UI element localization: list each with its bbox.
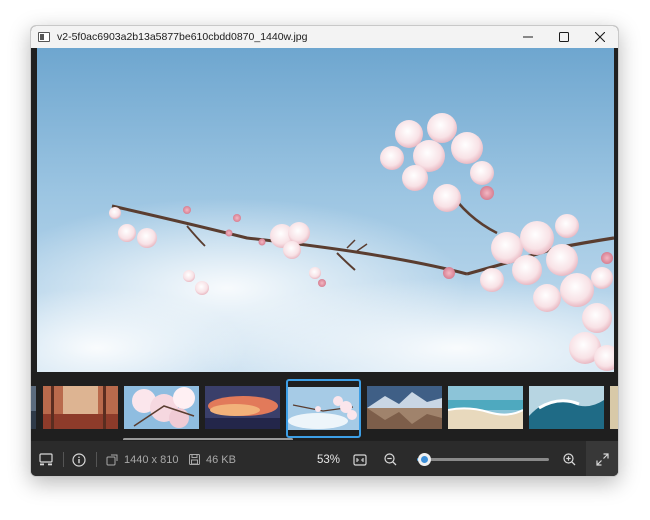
dimensions-icon xyxy=(106,454,118,465)
toolbar-divider xyxy=(96,452,97,467)
cherry-blossom-photo xyxy=(37,48,614,372)
info-icon xyxy=(72,452,86,467)
close-icon xyxy=(595,32,605,42)
thumbnail-partial-left[interactable] xyxy=(31,386,36,429)
zoom-in-icon xyxy=(563,453,576,466)
zoom-in-button[interactable] xyxy=(563,441,576,476)
image-dimensions: 1440 x 810 xyxy=(106,441,179,476)
minimize-button[interactable] xyxy=(510,26,546,48)
zoom-out-icon xyxy=(384,453,397,466)
bottom-toolbar: 1440 x 810 46 KB 53% xyxy=(31,441,618,476)
close-button[interactable] xyxy=(582,26,618,48)
zoom-slider-track[interactable] xyxy=(417,458,549,461)
filmstrip-toggle-button[interactable] xyxy=(39,441,53,476)
photo-viewer-window: v2-5f0ac6903a2b13a5877be610cbdd0870_1440… xyxy=(30,25,619,477)
zoom-out-button[interactable] xyxy=(384,441,397,476)
file-size: 46 KB xyxy=(189,441,236,476)
app-icon xyxy=(38,32,50,42)
zoom-percentage[interactable]: 53% xyxy=(317,441,340,476)
info-button[interactable] xyxy=(72,441,86,476)
thumbnail-cherry-blossom-tree[interactable] xyxy=(124,386,199,429)
thumbnail-beach-shore[interactable] xyxy=(448,386,523,429)
title-bar: v2-5f0ac6903a2b13a5877be610cbdd0870_1440… xyxy=(31,26,618,48)
image-dimensions-value: 1440 x 810 xyxy=(124,453,179,466)
maximize-icon xyxy=(559,32,569,42)
file-size-value: 46 KB xyxy=(206,453,236,466)
main-photo[interactable] xyxy=(37,48,614,372)
thumbnail-autumn-forest[interactable] xyxy=(43,386,118,429)
filmstrip[interactable] xyxy=(31,372,618,440)
toolbar-divider xyxy=(63,452,64,467)
maximize-button[interactable] xyxy=(546,26,582,48)
thumbnail-mountain-lake[interactable] xyxy=(367,386,442,429)
filmstrip-scrollbar[interactable] xyxy=(123,438,293,440)
fit-to-window-button[interactable] xyxy=(353,441,367,476)
thumbnail-sunset-clouds[interactable] xyxy=(205,386,280,429)
zoom-slider-handle[interactable] xyxy=(417,453,431,466)
thumbnail-partial-right[interactable] xyxy=(610,386,618,429)
fullscreen-icon xyxy=(595,453,609,466)
fullscreen-button[interactable] xyxy=(586,441,618,476)
minimize-icon xyxy=(523,36,533,38)
thumbnail-cherry-blossom-branch[interactable] xyxy=(286,379,361,438)
window-controls xyxy=(510,26,618,48)
window-title: v2-5f0ac6903a2b13a5877be610cbdd0870_1440… xyxy=(57,31,308,43)
save-icon xyxy=(189,454,200,465)
thumbnail-ocean-wave[interactable] xyxy=(529,386,604,429)
filmstrip-icon xyxy=(39,453,53,466)
fit-to-window-icon xyxy=(353,453,367,466)
